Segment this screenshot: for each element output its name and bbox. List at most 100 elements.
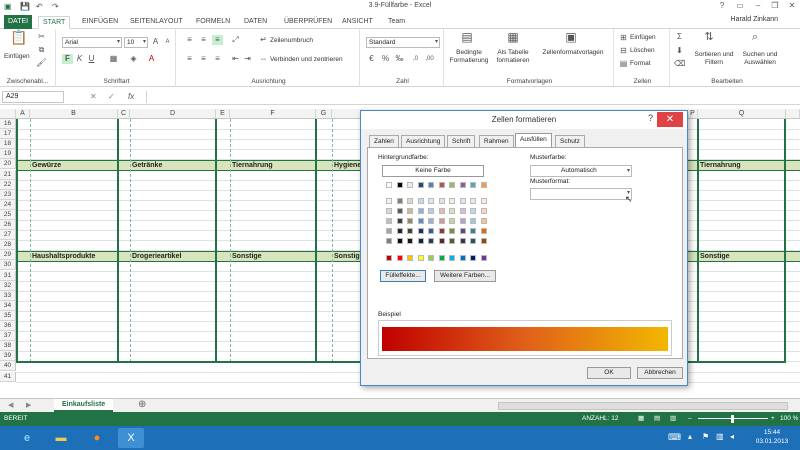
ribbon-display-icon[interactable]: ▭ [732, 1, 748, 12]
row-header[interactable]: 35 [0, 310, 16, 321]
cell-h20[interactable]: Hygiene [334, 161, 361, 170]
color-swatch[interactable] [470, 238, 476, 244]
clock-date[interactable]: 03.01.2013 [748, 438, 796, 445]
align-center-icon[interactable]: ≡ [198, 54, 209, 64]
cell-d29[interactable]: Drogerieartikel [132, 252, 181, 261]
select-all-corner[interactable] [0, 109, 16, 119]
col-header[interactable]: F [230, 109, 316, 119]
color-swatch[interactable] [428, 238, 434, 244]
col-header[interactable]: D [130, 109, 216, 119]
color-swatch[interactable] [438, 198, 445, 204]
row-header[interactable]: 33 [0, 290, 16, 301]
tab-daten[interactable]: DATEN [240, 16, 271, 29]
color-swatch[interactable] [438, 238, 445, 244]
row-header[interactable]: 16 [0, 119, 16, 130]
color-swatch[interactable] [438, 208, 445, 214]
col-header[interactable]: E [216, 109, 230, 119]
tab-rahmen[interactable]: Rahmen [479, 135, 514, 147]
cell-b20[interactable]: Gewürze [32, 161, 61, 170]
tab-ueberpruefen[interactable]: ÜBERPRÜFEN [280, 16, 336, 29]
row-header[interactable]: 25 [0, 209, 16, 220]
color-swatch[interactable] [386, 238, 392, 244]
color-swatch[interactable] [386, 255, 392, 261]
color-swatch[interactable] [459, 238, 466, 244]
row-header[interactable]: 36 [0, 321, 16, 332]
tab-datei[interactable]: DATEI [4, 15, 33, 29]
underline-icon[interactable]: U [86, 54, 97, 64]
delete-cells-button[interactable]: Löschen [630, 47, 655, 54]
color-swatch[interactable] [396, 228, 403, 234]
row-header[interactable]: 30 [0, 260, 16, 271]
tab-schrift[interactable]: Schrift [447, 135, 476, 147]
color-swatch[interactable] [449, 238, 455, 244]
delete-cells-icon[interactable]: ⊟ [618, 46, 629, 56]
row-header[interactable]: 26 [0, 220, 16, 231]
fill-color-icon[interactable]: ◈ [128, 54, 139, 64]
row-header[interactable]: 19 [0, 149, 16, 160]
thousands-icon[interactable]: ‰ [394, 54, 405, 64]
color-swatch[interactable] [480, 255, 487, 261]
tab-team[interactable]: Team [384, 16, 409, 29]
minimize-button[interactable]: – [750, 1, 766, 12]
color-swatch[interactable] [459, 255, 466, 261]
cell-styles-icon[interactable]: ▣ [564, 31, 578, 46]
excel-taskbar-icon[interactable]: X [118, 428, 144, 448]
col-header[interactable]: A [16, 109, 30, 119]
color-swatch[interactable] [449, 208, 455, 214]
color-swatch[interactable] [438, 182, 445, 188]
tab-formeln[interactable]: FORMELN [192, 16, 234, 29]
wrap-text-icon[interactable]: ↵ [258, 35, 269, 45]
row-header[interactable]: 27 [0, 230, 16, 241]
fill-icon[interactable]: ⬇ [674, 46, 685, 56]
color-swatch[interactable] [386, 198, 392, 204]
fill-effects-button[interactable]: Fülleffekte... [380, 270, 426, 282]
page-break-icon[interactable]: ▥ [670, 412, 676, 426]
sheet-tab[interactable]: Einkaufsliste [54, 399, 114, 412]
col-header[interactable] [786, 109, 800, 119]
color-swatch[interactable] [459, 218, 466, 224]
color-swatch[interactable] [428, 208, 434, 214]
row-header[interactable]: 38 [0, 341, 16, 352]
align-middle-icon[interactable]: ≡ [198, 35, 209, 45]
cut-icon[interactable]: ✂ [36, 32, 47, 42]
firefox-icon[interactable]: ● [84, 428, 110, 448]
zoom-out-icon[interactable]: – [688, 412, 692, 426]
row-header[interactable]: 29 [0, 250, 16, 261]
network-icon[interactable]: ▥ [716, 432, 724, 441]
confirm-entry-icon[interactable]: ✓ [108, 92, 115, 101]
merge-icon[interactable]: ⇔ [258, 54, 269, 64]
file-explorer-icon[interactable]: ▬ [48, 428, 74, 448]
help-icon[interactable]: ? [714, 1, 730, 12]
color-swatch[interactable] [396, 182, 403, 188]
color-swatch[interactable] [428, 218, 434, 224]
sort-filter-button[interactable]: Sortieren und Filtern [692, 51, 736, 67]
keyboard-icon[interactable]: ⌨ [668, 432, 681, 443]
color-swatch[interactable] [449, 255, 455, 261]
color-swatch[interactable] [417, 182, 424, 188]
prev-sheet-icon[interactable]: ◀ [8, 401, 13, 409]
more-colors-button[interactable]: Weitere Farben... [434, 270, 496, 282]
color-swatch[interactable] [396, 218, 403, 224]
align-top-icon[interactable]: ≡ [184, 35, 195, 45]
sort-filter-icon[interactable]: ⇅ [702, 32, 716, 46]
tab-ausrichtung[interactable]: Ausrichtung [401, 135, 446, 147]
color-swatch[interactable] [386, 228, 392, 234]
number-format-combo[interactable]: Standard [366, 37, 440, 48]
format-painter-icon[interactable]: 🖌 [36, 58, 47, 68]
italic-icon[interactable]: K [74, 54, 85, 64]
next-sheet-icon[interactable]: ▶ [26, 401, 31, 409]
ok-button[interactable]: OK [587, 367, 631, 379]
color-swatch[interactable] [470, 228, 476, 234]
color-swatch[interactable] [449, 218, 455, 224]
volume-icon[interactable]: ◂ [730, 432, 734, 441]
insert-cells-button[interactable]: Einfügen [630, 34, 656, 41]
color-swatch[interactable] [459, 228, 466, 234]
color-swatch[interactable] [386, 208, 392, 214]
find-select-icon[interactable]: ⌕ [748, 32, 762, 46]
row-header[interactable]: 40 [0, 361, 16, 372]
color-swatch[interactable] [438, 218, 445, 224]
no-color-button[interactable]: Keine Farbe [382, 165, 484, 177]
cell-f29[interactable]: Sonstige [232, 252, 262, 261]
color-swatch[interactable] [470, 208, 476, 214]
clear-icon[interactable]: ⌫ [674, 59, 685, 69]
